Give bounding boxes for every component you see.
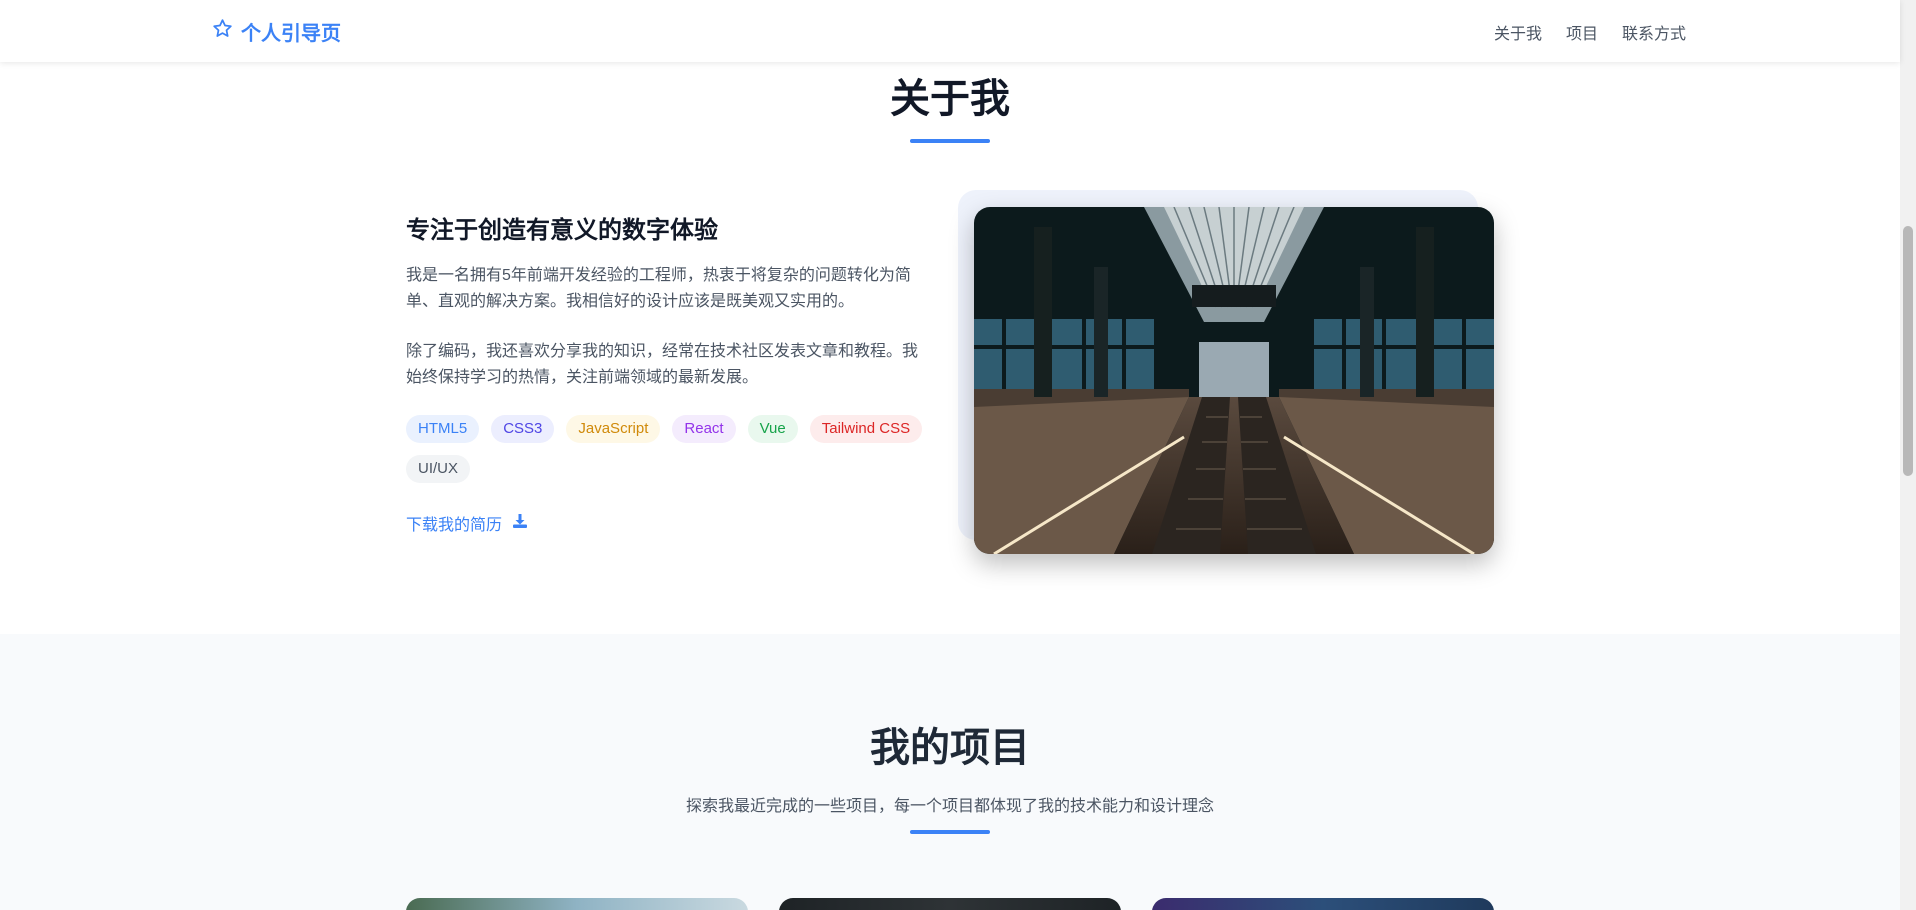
nav-link-about[interactable]: 关于我 [1494, 20, 1542, 44]
about-subtitle: 专注于创造有意义的数字体验 [406, 217, 718, 244]
download-icon [512, 513, 528, 534]
top-navbar: 个人引导页 关于我 项目 联系方式 [0, 0, 1900, 62]
brand-name: 个人引导页 [241, 23, 341, 45]
skill-tags: HTML5 CSS3 JavaScript React Vue Tailwind CSS U… [406, 415, 926, 483]
scrollbar-thumb[interactable] [1903, 226, 1913, 476]
nav-link-contact[interactable]: 联系方式 [1622, 20, 1686, 44]
about-content: 专注于创造有意义的数字体验 我是一名拥有5年前端开发经验的工程师，热衷于将复杂的… [406, 210, 926, 535]
nav-menu: 关于我 项目 联系方式 [1494, 20, 1686, 44]
about-paragraph: 我是一名拥有5年前端开发经验的工程师，热衷于将复杂的问题转化为简单、直观的解决方… [406, 267, 911, 310]
project-card-2[interactable] [779, 898, 1121, 910]
star-icon [212, 18, 233, 45]
projects-title-underline [910, 830, 990, 834]
about-photo [974, 207, 1494, 554]
page: 个人引导页 关于我 项目 联系方式 关于我 专注于创造有意义的数字体验 我是一名… [0, 0, 1916, 910]
download-resume-link[interactable]: 下载我的简历 [406, 511, 926, 535]
projects-title: 我的项目 [870, 726, 1030, 770]
resume-label: 下载我的简历 [406, 517, 503, 534]
project-card-1[interactable] [406, 898, 748, 910]
skill-tag: JavaScript [566, 415, 661, 443]
skill-tag: CSS3 [491, 415, 555, 443]
page-scrollbar[interactable] [1900, 0, 1916, 910]
skill-tag: UI/UX [406, 455, 471, 483]
about-title-underline [910, 139, 990, 143]
about-paragraph: 除了编码，我还喜欢分享我的知识，经常在技术社区发表文章和教程。我始终保持学习的热… [406, 343, 919, 386]
project-card-3[interactable] [1152, 898, 1494, 910]
about-title: 关于我 [890, 77, 1010, 121]
skill-tag: HTML5 [406, 415, 480, 443]
projects-description: 探索我最近完成的一些项目，每一个项目都体现了我的技术能力和设计理念 [685, 798, 1214, 815]
skill-tag: React [672, 415, 736, 443]
skill-tag: Tailwind CSS [809, 415, 923, 443]
nav-link-projects[interactable]: 项目 [1566, 20, 1598, 44]
skill-tag: Vue [747, 415, 798, 443]
brand-logo[interactable]: 个人引导页 [212, 17, 341, 46]
